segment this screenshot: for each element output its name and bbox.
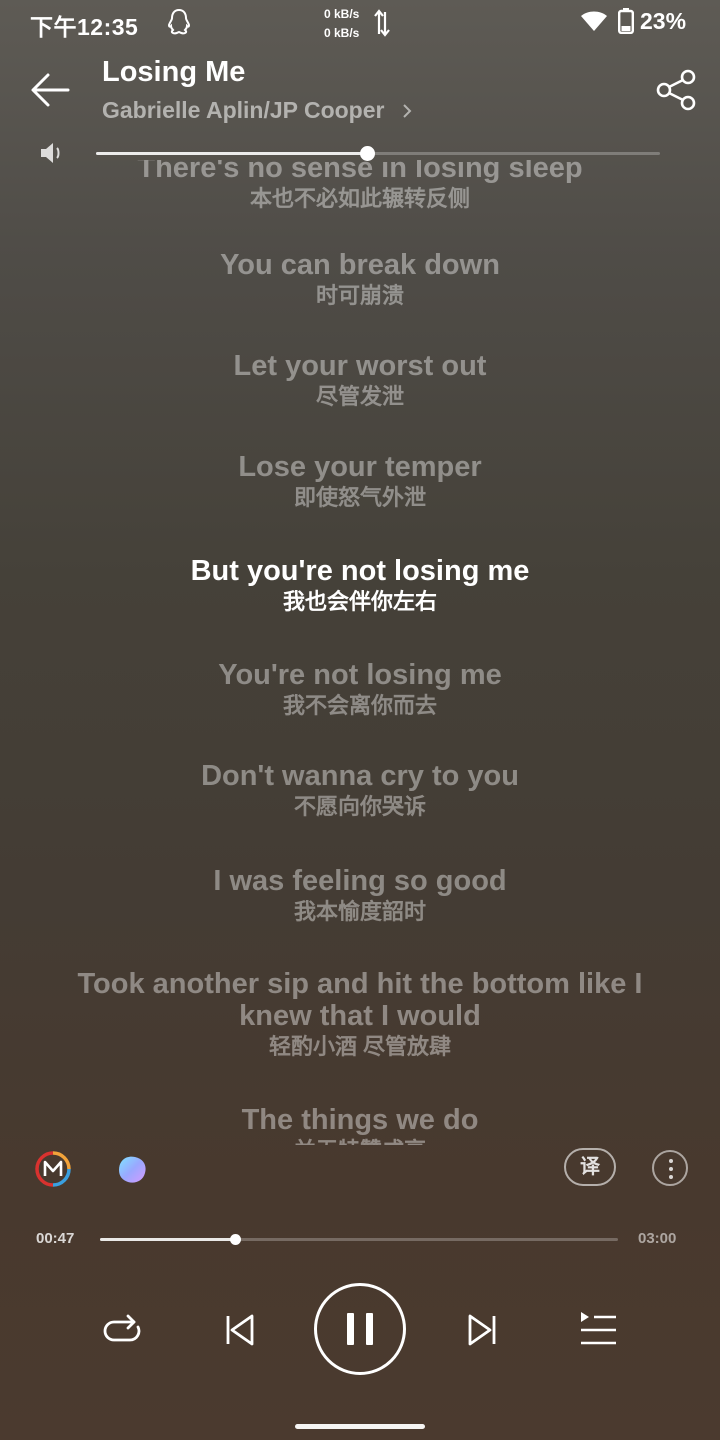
current-time: 00:47 (36, 1230, 75, 1247)
battery-icon (618, 8, 634, 34)
status-time: 下午12:35 (30, 14, 139, 40)
progress-bar[interactable] (100, 1234, 618, 1245)
lyric-translation: 我本愉度韶时 (293, 899, 426, 924)
network-speed: 0 kB/s 0 kB/s (316, 4, 396, 40)
duration: 03:00 (638, 1230, 677, 1247)
lyric-line[interactable]: You're not losing me 我不会离你而去 (40, 659, 680, 721)
lyric-text: There's no sense in losing sleep (137, 160, 583, 184)
playlist-icon[interactable] (578, 1308, 618, 1348)
wifi-icon (581, 11, 607, 31)
lyric-text: But you're not losing me (190, 555, 530, 587)
lyric-translation: 并无特赞成享 (40, 1136, 680, 1145)
lyric-line[interactable]: The things we do 并无特赞成享 (40, 1104, 680, 1145)
share-icon[interactable] (654, 68, 698, 112)
home-indicator[interactable] (295, 1424, 425, 1429)
lyric-translation: 我不会离你而去 (282, 693, 437, 718)
volume-level (96, 152, 367, 155)
pause-icon (347, 1313, 354, 1345)
mv-app-icon[interactable] (34, 1150, 72, 1188)
lyric-translation: 时可崩溃 (315, 283, 404, 308)
lyric-translation: 轻酌小酒 尽管放肆 (268, 1034, 452, 1059)
lyric-line-current[interactable]: But you're not losing me 我也会伴你左右 (40, 555, 680, 617)
lyric-text: I was feeling so good (213, 865, 507, 897)
pause-icon (366, 1313, 373, 1345)
artist-link[interactable]: Gabrielle Aplin/JP Cooper (102, 97, 384, 124)
lyric-line[interactable]: I was feeling so good 我本愉度韶时 (40, 865, 680, 927)
status-bar: 下午12:35 0 kB/s 0 kB/s 23% (0, 0, 720, 44)
qq-notification-icon (167, 8, 191, 35)
lyric-text: The things we do (241, 1104, 479, 1136)
lyric-text: Let your worst out (233, 350, 487, 382)
lyric-translation: 本也不必如此辗转反侧 (249, 186, 470, 211)
lyric-translation: 尽管发泄 (315, 384, 404, 409)
pause-button[interactable] (314, 1283, 406, 1375)
lyric-text: Lose your temper (238, 451, 482, 483)
lyric-text: Took another sip and hit the bottom like… (77, 968, 643, 1032)
lyric-translation: 不愿向你哭诉 (293, 794, 426, 819)
lyric-line[interactable]: Let your worst out 尽管发泄 (40, 350, 680, 412)
volume-slider[interactable] (96, 146, 660, 161)
ai-orb-icon[interactable] (113, 1150, 151, 1188)
lyric-translation: 我也会伴你左右 (282, 589, 437, 614)
song-title: Losing Me (102, 56, 246, 88)
data-transfer-icon (374, 9, 390, 37)
lyrics-panel[interactable]: There's no sense in losing sleep 本也不必如此辗… (0, 160, 720, 1145)
lyric-line[interactable]: Took another sip and hit the bottom like… (40, 968, 680, 1062)
battery-percent: 23% (640, 8, 687, 34)
repeat-icon[interactable] (100, 1308, 144, 1352)
lyric-line[interactable]: There's no sense in losing sleep 本也不必如此辗… (40, 160, 680, 214)
chevron-right-icon[interactable] (400, 101, 414, 121)
progress-fill (100, 1238, 236, 1241)
more-options-icon[interactable] (652, 1150, 688, 1186)
lyric-text: You can break down (220, 249, 500, 281)
lyric-text: You're not losing me (218, 659, 502, 691)
previous-icon[interactable] (220, 1310, 260, 1350)
back-arrow-icon[interactable] (28, 70, 72, 110)
lyric-line[interactable]: Lose your temper 即使怒气外泄 (40, 451, 680, 513)
net-down-speed: 0 kB/s (324, 26, 360, 40)
next-icon[interactable] (462, 1310, 502, 1350)
lyric-translation: 即使怒气外泄 (293, 485, 426, 510)
net-up-speed: 0 kB/s (324, 7, 360, 21)
lyric-line[interactable]: Don't wanna cry to you 不愿向你哭诉 (40, 760, 680, 822)
lyric-line[interactable]: You can break down 时可崩溃 (40, 249, 680, 311)
progress-thumb[interactable] (230, 1234, 242, 1245)
lyric-text: Don't wanna cry to you (201, 760, 519, 792)
translate-button[interactable]: 译 (564, 1148, 616, 1186)
volume-thumb[interactable] (359, 146, 375, 161)
